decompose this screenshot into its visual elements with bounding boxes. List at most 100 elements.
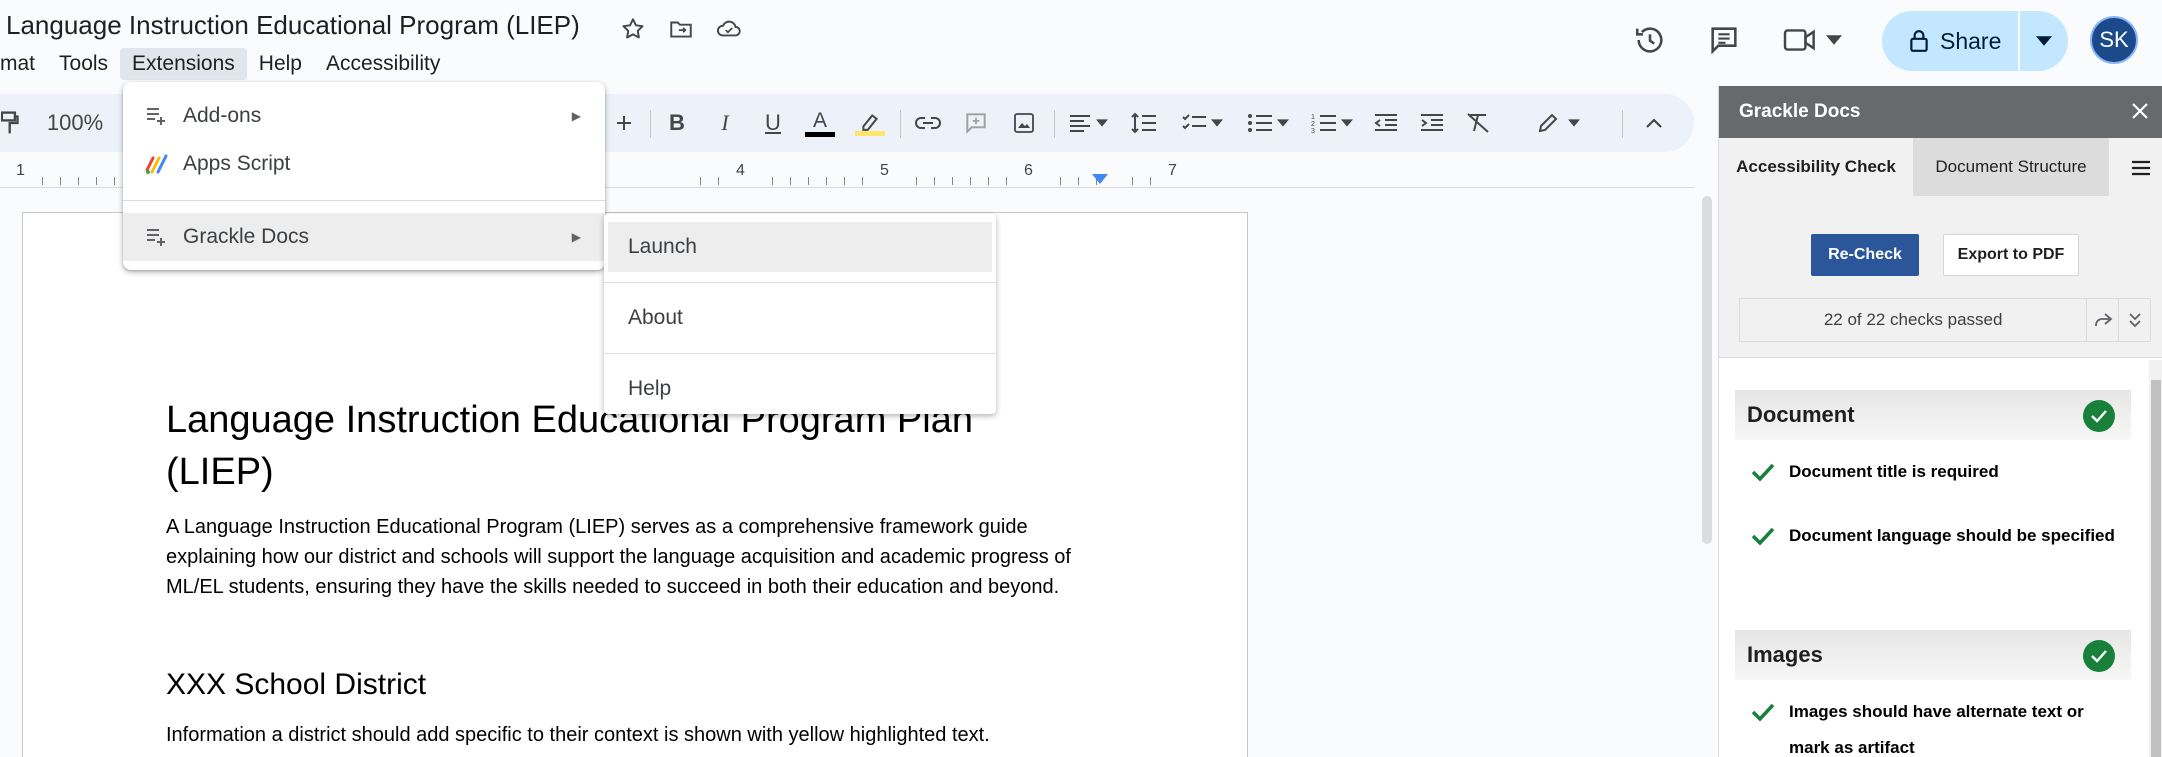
panel-scrollbar-thumb[interactable] (2151, 380, 2161, 757)
menu-tools[interactable]: Tools (47, 48, 120, 80)
expand-all-icon[interactable] (2118, 299, 2150, 341)
document-paragraph[interactable]: Information a district should add specif… (166, 720, 1106, 750)
ruler-tick (988, 177, 989, 185)
menu-accessibility[interactable]: Accessibility (314, 48, 452, 80)
ruler-tick (1060, 177, 1061, 185)
zoom-select[interactable]: 100% (40, 103, 110, 143)
bulleted-list-icon[interactable] (1242, 103, 1294, 143)
section-images: Images Images should have alternate text… (1735, 630, 2131, 757)
addon-icon (143, 223, 171, 251)
ruler-tick (844, 177, 845, 185)
checkmark-icon (1751, 703, 1775, 722)
status-row: 22 of 22 checks passed (1719, 298, 2162, 358)
section-header[interactable]: Document (1735, 390, 2131, 440)
ruler-tick (700, 177, 701, 185)
document-title[interactable]: Language Instruction Educational Program… (6, 10, 580, 41)
check-item[interactable]: Document language should be specified (1735, 504, 2131, 568)
checkmark-icon (1751, 527, 1775, 546)
menu-item-label: Apps Script (183, 152, 291, 175)
submenu-item-about[interactable]: About (604, 293, 996, 343)
comments-icon[interactable] (1702, 18, 1746, 62)
tab-accessibility-check[interactable]: Accessibility Check (1719, 138, 1913, 196)
submenu-item-help[interactable]: Help (604, 364, 996, 414)
star-icon[interactable] (616, 12, 650, 46)
svg-text:2: 2 (1311, 121, 1315, 128)
check-item[interactable]: Document title is required (1735, 440, 2131, 504)
insert-image-icon[interactable] (1006, 103, 1042, 143)
ruler-tick (1132, 177, 1133, 185)
ruler-number: 5 (880, 162, 889, 179)
google-docs-window: Language Instruction Educational Program… (0, 0, 2162, 757)
submenu-item-launch[interactable]: Launch (608, 222, 992, 272)
meet-icon[interactable] (1782, 18, 1858, 62)
menu-help[interactable]: Help (247, 48, 314, 80)
line-spacing-icon[interactable] (1126, 103, 1162, 143)
results-list: Document Document title is required Docu… (1719, 360, 2149, 757)
share-forward-icon[interactable] (2086, 299, 2118, 341)
ruler-tick (114, 177, 115, 185)
menu-format[interactable]: mat (0, 48, 47, 80)
collapse-menus-icon[interactable] (1636, 103, 1672, 143)
ruler-tick (42, 177, 43, 185)
section-document: Document Document title is required Docu… (1735, 390, 2131, 568)
check-item[interactable]: Images should have alternate text or mar… (1735, 680, 2131, 757)
cloud-status-icon[interactable] (712, 12, 746, 46)
check-circle-icon (2083, 640, 2115, 672)
recheck-button[interactable]: Re-Check (1811, 234, 1919, 276)
ruler-tick (862, 177, 863, 185)
increase-indent-icon[interactable] (1414, 103, 1450, 143)
text-color-icon[interactable]: A (802, 103, 838, 143)
apps-script-icon (143, 150, 171, 178)
ruler-tick (790, 177, 791, 185)
menu-item-apps-script[interactable]: Apps Script (123, 140, 605, 188)
align-icon[interactable] (1064, 103, 1112, 143)
tab-document-structure[interactable]: Document Structure (1913, 138, 2109, 196)
insert-link-icon[interactable] (910, 103, 946, 143)
menu-divider (604, 353, 996, 354)
add-comment-icon[interactable] (958, 103, 994, 143)
submenu-arrow-icon: ▶ (571, 230, 581, 244)
close-icon[interactable] (2125, 96, 2155, 126)
increase-font-size-icon[interactable] (608, 103, 640, 143)
toolbar-separator (1054, 110, 1055, 138)
panel-action-row: Re-Check Export to PDF (1719, 222, 2162, 298)
ruler-number: 7 (1168, 162, 1177, 179)
share-dropdown-button[interactable] (2020, 11, 2068, 71)
ruler-tick (60, 177, 61, 185)
version-history-icon[interactable] (1628, 18, 1672, 62)
panel-scrollbar[interactable] (2149, 360, 2162, 757)
ruler-tick (916, 177, 917, 185)
decrease-indent-icon[interactable] (1368, 103, 1404, 143)
menu-extensions[interactable]: Extensions (120, 48, 247, 80)
bold-icon[interactable]: B (660, 103, 694, 143)
avatar[interactable]: SK (2090, 16, 2138, 64)
checklist-icon[interactable] (1176, 103, 1228, 143)
document-subheading[interactable]: XXX School District (166, 668, 426, 702)
status-box: 22 of 22 checks passed (1739, 298, 2151, 342)
toolbar-separator (1622, 110, 1623, 138)
check-circle-icon (2083, 400, 2115, 432)
chevron-down-icon (2036, 36, 2052, 46)
clear-formatting-icon[interactable] (1460, 103, 1496, 143)
paint-format-icon[interactable] (0, 103, 22, 143)
ruler-number: 6 (1024, 162, 1033, 179)
italic-icon[interactable]: I (708, 103, 742, 143)
hamburger-menu-icon[interactable] (2125, 152, 2157, 184)
submenu-arrow-icon: ▶ (571, 109, 581, 123)
document-scrollbar-thumb[interactable] (1702, 196, 1712, 544)
section-header[interactable]: Images (1735, 630, 2131, 680)
section-title: Images (1747, 642, 1823, 667)
document-paragraph[interactable]: A Language Instruction Educational Progr… (166, 512, 1106, 602)
editing-mode-icon[interactable] (1530, 103, 1586, 143)
numbered-list-icon[interactable]: 123 (1306, 103, 1358, 143)
menu-item-add-ons[interactable]: Add-ons ▶ (123, 92, 605, 140)
share-button[interactable]: Share (1882, 11, 2018, 71)
document-scrollbar[interactable] (1700, 192, 1714, 757)
menu-item-grackle-docs[interactable]: Grackle Docs ▶ (123, 213, 605, 261)
underline-icon[interactable]: U (756, 103, 790, 143)
export-pdf-button[interactable]: Export to PDF (1943, 234, 2079, 276)
grackle-docs-submenu: Launch About Help (604, 214, 996, 414)
move-folder-icon[interactable] (664, 12, 698, 46)
highlight-color-icon[interactable] (852, 103, 888, 143)
right-indent-marker-icon[interactable] (1092, 174, 1108, 184)
